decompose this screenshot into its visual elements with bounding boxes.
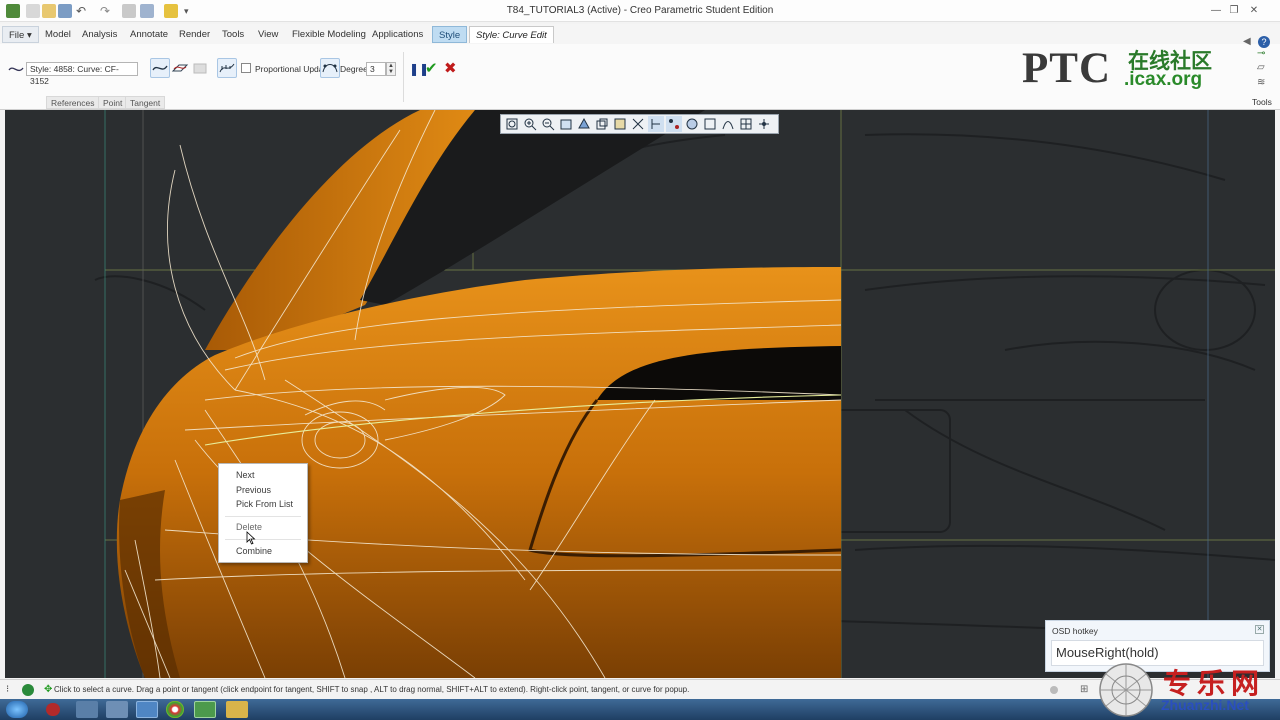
curvature-plot-button[interactable] bbox=[217, 58, 237, 78]
close-window-icon[interactable]: ✕ bbox=[1246, 4, 1262, 18]
cancel-x-icon[interactable]: ✖ bbox=[444, 59, 457, 77]
tab-tools[interactable]: Tools bbox=[216, 26, 250, 43]
zoom-in-icon[interactable] bbox=[522, 116, 538, 132]
cos-curve-icon bbox=[193, 63, 207, 74]
degree-icon bbox=[322, 64, 338, 73]
status-message: Click to select a curve. Drag a point or… bbox=[54, 685, 690, 694]
spin-icon[interactable] bbox=[756, 116, 772, 132]
annotation-display-icon[interactable] bbox=[702, 116, 718, 132]
refit-icon[interactable] bbox=[504, 116, 520, 132]
degree-button[interactable] bbox=[320, 58, 340, 78]
tab-applications[interactable]: Applications bbox=[366, 26, 429, 43]
accept-check-icon[interactable]: ✔ bbox=[425, 59, 438, 77]
ribbon-tab-bar: File ▾ Model Analysis Annotate Render To… bbox=[0, 24, 1280, 44]
taskbar-app-2-icon[interactable] bbox=[76, 701, 98, 718]
taskbar-app-4-icon[interactable] bbox=[136, 701, 158, 718]
graphics-viewport[interactable] bbox=[5, 110, 1275, 678]
menu-separator bbox=[225, 539, 301, 540]
menu-item-pick-from-list[interactable]: Pick From List bbox=[236, 499, 293, 509]
chrome-icon[interactable] bbox=[166, 701, 184, 718]
tab-view[interactable]: View bbox=[252, 26, 284, 43]
tab-model[interactable]: Model bbox=[39, 26, 77, 43]
datum-display-icon[interactable] bbox=[630, 116, 646, 132]
degree-spinner[interactable]: ▲ ▼ bbox=[386, 62, 396, 76]
tab-annotate[interactable]: Annotate bbox=[124, 26, 174, 43]
subtab-point[interactable]: Point bbox=[98, 96, 128, 109]
chevron-down-icon: ▾ bbox=[26, 30, 32, 41]
ptc-logo-text: PTC bbox=[1022, 45, 1111, 92]
navigator-toggle-icon[interactable]: ⁝ bbox=[6, 684, 18, 696]
tool-icon-1[interactable]: ⊸ bbox=[1257, 48, 1265, 59]
view-manager-icon[interactable] bbox=[612, 116, 628, 132]
repaint-icon[interactable] bbox=[558, 116, 574, 132]
watermark-url-text: Zhuanzhi.Net bbox=[1161, 697, 1249, 713]
selection-filter-icon[interactable]: ⊞ bbox=[1080, 684, 1088, 695]
os-taskbar bbox=[0, 699, 1280, 720]
taskbar-app-1-icon[interactable] bbox=[46, 703, 60, 716]
degree-label: Degree bbox=[340, 64, 368, 74]
view-toolbar bbox=[500, 114, 779, 134]
tab-render[interactable]: Render bbox=[173, 26, 216, 43]
model-scene bbox=[94, 110, 1275, 678]
curve-icon bbox=[8, 67, 24, 72]
creo-taskbar-icon[interactable] bbox=[194, 701, 216, 718]
free-curve-button[interactable] bbox=[150, 58, 170, 78]
osd-title: OSD hotkey bbox=[1052, 626, 1098, 636]
curvature-plot-icon bbox=[219, 63, 235, 73]
point-display-icon[interactable] bbox=[666, 116, 682, 132]
display-style-icon[interactable] bbox=[576, 116, 592, 132]
taskbar-app-3-icon[interactable] bbox=[106, 701, 128, 718]
cos-curve-button[interactable] bbox=[190, 58, 210, 78]
menu-item-combine[interactable]: Combine bbox=[236, 546, 272, 556]
proportional-update-checkbox[interactable] bbox=[241, 63, 251, 73]
menu-item-previous[interactable]: Previous bbox=[236, 485, 271, 495]
window-title: T84_TUTORIAL3 (Active) - Creo Parametric… bbox=[506, 5, 774, 16]
tab-flexible-modeling[interactable]: Flexible Modeling bbox=[286, 26, 372, 43]
ptc-logo: PTC 在线社区 .icax.org bbox=[1020, 44, 1220, 96]
tab-analysis[interactable]: Analysis bbox=[76, 26, 123, 43]
tab-file[interactable]: File ▾ bbox=[2, 26, 39, 43]
mouse-cursor-icon bbox=[246, 531, 256, 545]
creo-app-window: ↶ ↷ ▾ T84_TUTORIAL3 (Active) - Creo Para… bbox=[0, 0, 1280, 720]
subtab-tangent[interactable]: Tangent bbox=[125, 96, 166, 109]
tools-label: Tools bbox=[1252, 97, 1272, 107]
regen-status-icon bbox=[1050, 686, 1058, 694]
ptc-logo-url: .icax.org bbox=[1124, 69, 1203, 90]
start-button[interactable] bbox=[6, 701, 28, 718]
watermark-chinese-text: 专乐网 bbox=[1163, 667, 1266, 700]
degree-input[interactable]: 3 bbox=[366, 62, 386, 76]
curvature-display-icon[interactable] bbox=[648, 116, 664, 132]
tab-style-curve-edit[interactable]: Style: Curve Edit bbox=[469, 26, 554, 43]
minimize-icon[interactable]: — bbox=[1208, 4, 1224, 18]
tool-icon-2[interactable]: ▱ bbox=[1257, 62, 1265, 73]
grid-display-icon[interactable] bbox=[738, 116, 754, 132]
tab-style[interactable]: Style bbox=[432, 26, 468, 43]
tab-file-label: File bbox=[9, 30, 25, 41]
explorer-taskbar-icon[interactable] bbox=[226, 701, 248, 718]
tools-panel: ⊸ ▱ ≋ Tools bbox=[1243, 44, 1280, 110]
browser-toggle-icon[interactable] bbox=[22, 684, 34, 696]
status-bar: ⁝ ✥ Click to select a curve. Drag a poin… bbox=[0, 679, 1280, 699]
watermark-globe-icon bbox=[1099, 663, 1153, 717]
ribbon-divider bbox=[403, 52, 404, 102]
title-bar: ↶ ↷ ▾ T84_TUTORIAL3 (Active) - Creo Para… bbox=[0, 0, 1280, 22]
menu-item-next[interactable]: Next bbox=[236, 470, 255, 480]
curve-selector-field[interactable]: Style: 4858: Curve: CF-3152 bbox=[26, 62, 138, 86]
context-menu: Next Previous Pick From List Delete Comb… bbox=[218, 463, 308, 563]
free-curve-icon bbox=[152, 65, 168, 71]
saved-orientations-icon[interactable] bbox=[594, 116, 610, 132]
planar-curve-icon bbox=[171, 64, 189, 72]
menu-separator bbox=[225, 516, 301, 517]
spin-center-icon[interactable] bbox=[684, 116, 700, 132]
watermark-logo: 专乐网 Zhuanzhi.Net bbox=[1095, 660, 1280, 720]
subtab-references[interactable]: References bbox=[46, 96, 100, 109]
message-arrow-icon: ✥ bbox=[44, 684, 53, 695]
restore-icon[interactable]: ❐ bbox=[1226, 4, 1242, 18]
zoom-out-icon[interactable] bbox=[540, 116, 556, 132]
planar-curve-button[interactable] bbox=[170, 58, 190, 78]
analysis-display-icon[interactable] bbox=[720, 116, 736, 132]
osd-close-icon[interactable]: ✕ bbox=[1255, 625, 1264, 634]
tool-icon-3[interactable]: ≋ bbox=[1257, 77, 1265, 88]
